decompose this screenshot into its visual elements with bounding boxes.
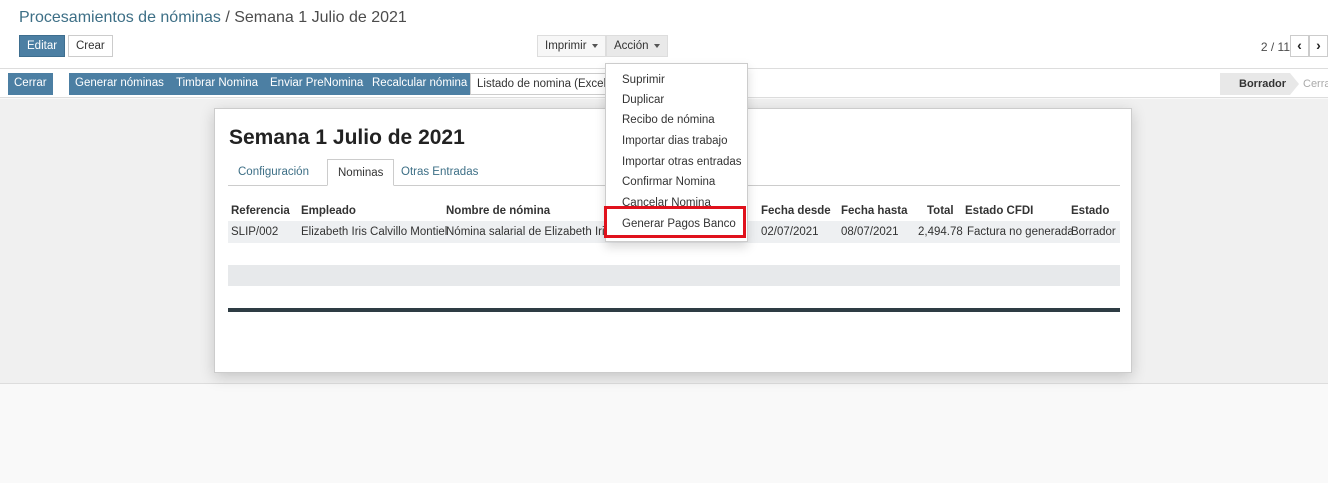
pager-value[interactable]: 2 / 11 (1261, 40, 1290, 54)
print-dropdown-button[interactable]: Imprimir (537, 35, 606, 57)
pager-prev-icon[interactable]: ‹ (1290, 35, 1309, 57)
highlight-box (604, 206, 746, 238)
cell-empleado: Elizabeth Iris Calvillo Montiel (301, 226, 448, 238)
action-dropdown-button[interactable]: Acción (606, 35, 668, 57)
menu-item-suprimir[interactable]: Suprimir (622, 71, 665, 89)
menu-item-importar-dias[interactable]: Importar dias trabajo (622, 132, 727, 150)
caret-down-icon (591, 43, 598, 48)
breadcrumb: Procesamientos de nóminas / Semana 1 Jul… (19, 9, 407, 27)
breadcrumb-separator: / (220, 9, 235, 26)
stamp-payroll-button[interactable]: Timbrar Nomina (170, 73, 265, 95)
cell-estado-cfdi: Factura no generada (967, 226, 1074, 238)
recalculate-payroll-button[interactable]: Recalcular nómina (366, 73, 474, 95)
state-close[interactable]: Cerrar (1303, 73, 1328, 95)
close-button[interactable]: Cerrar (8, 73, 53, 95)
menu-item-importar-entradas[interactable]: Importar otras entradas (622, 153, 742, 171)
column-header-nombre[interactable]: Nombre de nómina (446, 205, 550, 217)
breadcrumb-parent-link[interactable]: Procesamientos de nóminas (19, 9, 221, 26)
record-title: Semana 1 Julio de 2021 (229, 126, 465, 149)
menu-item-duplicar[interactable]: Duplicar (622, 91, 664, 109)
send-prepayroll-button[interactable]: Enviar PreNomina (264, 73, 370, 95)
column-header-referencia[interactable]: Referencia (231, 205, 290, 217)
menu-item-confirmar-nomina[interactable]: Confirmar Nomina (622, 173, 715, 191)
tab-otras-entradas[interactable]: Otras Entradas (391, 159, 488, 186)
column-header-estado-cfdi[interactable]: Estado CFDI (965, 205, 1033, 217)
column-header-total[interactable]: Total (927, 205, 954, 217)
cell-fecha-hasta: 08/07/2021 (841, 226, 899, 238)
edit-button[interactable]: Editar (19, 35, 66, 57)
column-header-empleado[interactable]: Empleado (301, 205, 356, 217)
table-footer-divider (228, 308, 1120, 312)
create-button[interactable]: Crear (68, 35, 113, 57)
breadcrumb-current: Semana 1 Julio de 2021 (234, 9, 407, 26)
pager-next-icon[interactable]: › (1309, 35, 1328, 57)
control-panel: Procesamientos de nóminas / Semana 1 Jul… (0, 0, 1328, 68)
column-header-estado[interactable]: Estado (1071, 205, 1109, 217)
tab-nominas[interactable]: Nominas (327, 159, 395, 186)
action-label: Acción (614, 40, 649, 52)
generate-payslips-button[interactable]: Generar nóminas (69, 73, 170, 95)
column-header-fecha-desde[interactable]: Fecha desde (761, 205, 831, 217)
cell-estado: Borrador (1071, 226, 1116, 238)
state-draft[interactable]: Borrador (1220, 73, 1290, 95)
column-header-fecha-hasta[interactable]: Fecha hasta (841, 205, 907, 217)
state-arrow-icon (1290, 73, 1299, 95)
cell-total: 2,494.78 (918, 226, 963, 238)
tab-configuracion[interactable]: Configuración (228, 159, 319, 186)
print-label: Imprimir (545, 40, 587, 52)
excel-list-button[interactable]: Listado de nomina (Excel) (470, 73, 617, 95)
menu-item-recibo-nomina[interactable]: Recibo de nómina (622, 111, 715, 129)
cell-referencia: SLIP/002 (231, 226, 279, 238)
cell-fecha-desde: 02/07/2021 (761, 226, 819, 238)
empty-row (228, 265, 1120, 286)
caret-down-icon (653, 43, 660, 48)
